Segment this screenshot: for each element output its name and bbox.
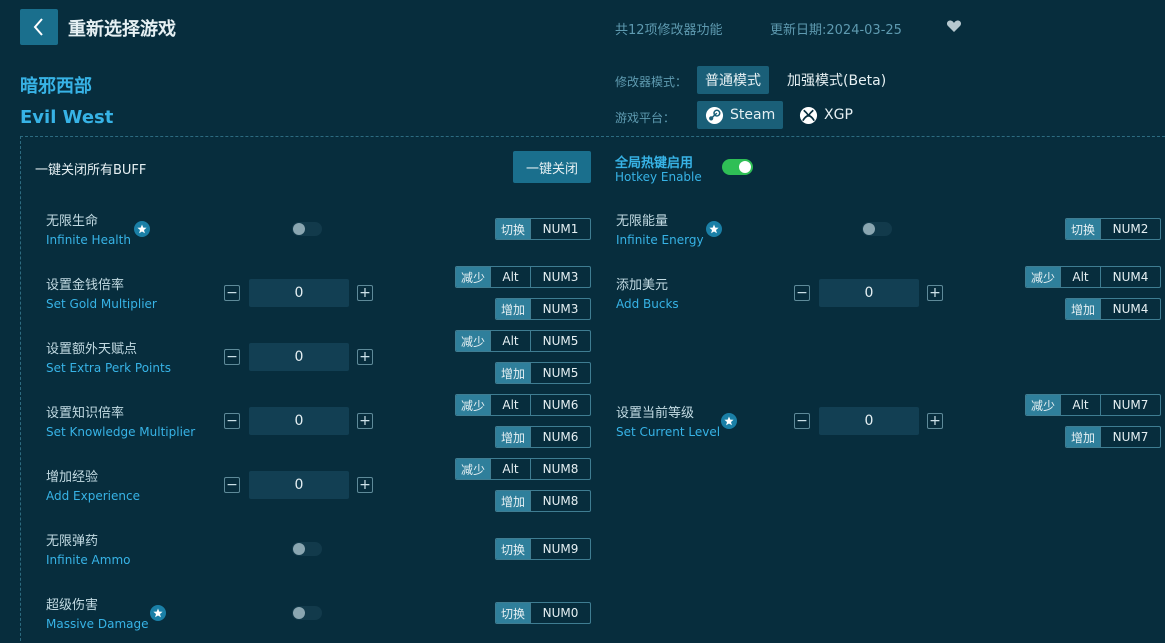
update-date: 更新日期:2024-03-25 (770, 23, 902, 38)
feature-add-bucks: 添加美元 Add Bucks (616, 278, 679, 311)
hotkey-enable-label-en: Hotkey Enable (615, 170, 702, 184)
knowledge-multiplier-minus-button[interactable]: − (224, 413, 240, 429)
game-name-cn: 暗邪西部 (20, 76, 92, 97)
feature-infinite-health: 无限生命 Infinite Health (46, 214, 131, 247)
feature-massive-damage: 超级伤害 Massive Damage (46, 598, 149, 631)
star-icon (721, 413, 737, 429)
infinite-ammo-hotkey[interactable]: 切换 NUM9 (495, 538, 592, 560)
game-name-en: Evil West (20, 107, 114, 128)
feature-gold-multiplier: 设置金钱倍率 Set Gold Multiplier (46, 278, 157, 311)
steam-label: Steam (730, 107, 776, 123)
steam-icon (705, 106, 724, 124)
heart-icon[interactable] (946, 18, 962, 34)
add-bucks-increase-hotkey[interactable]: 增加 NUM4 (1065, 298, 1162, 320)
hotkey-enable-toggle[interactable] (722, 159, 753, 175)
hotkey-enable-label-cn: 全局热键启用 (615, 156, 694, 171)
extra-perk-minus-button[interactable]: − (224, 349, 240, 365)
steam-platform-button[interactable]: Steam (697, 101, 784, 129)
knowledge-multiplier-plus-button[interactable]: + (357, 413, 373, 429)
knowledge-multiplier-increase-hotkey[interactable]: 增加 NUM6 (495, 426, 592, 448)
add-bucks-minus-button[interactable]: − (794, 285, 810, 301)
gold-multiplier-input[interactable]: 0 (249, 279, 349, 307)
knowledge-multiplier-decrease-hotkey[interactable]: 减少 Alt NUM6 (455, 394, 592, 416)
gold-multiplier-plus-button[interactable]: + (357, 285, 373, 301)
infinite-health-hotkey[interactable]: 切换 NUM1 (495, 218, 592, 240)
add-experience-minus-button[interactable]: − (224, 477, 240, 493)
massive-damage-toggle[interactable] (292, 606, 322, 620)
add-experience-input[interactable]: 0 (249, 471, 349, 499)
feature-add-experience: 增加经验 Add Experience (46, 470, 140, 503)
massive-damage-hotkey[interactable]: 切换 NUM0 (495, 602, 592, 624)
gold-multiplier-minus-button[interactable]: − (224, 285, 240, 301)
add-bucks-plus-button[interactable]: + (927, 285, 943, 301)
current-level-input[interactable]: 0 (819, 407, 919, 435)
xgp-label: XGP (824, 107, 853, 123)
platform-label: 游戏平台： (615, 111, 676, 125)
gold-multiplier-decrease-hotkey[interactable]: 减少 Alt NUM3 (455, 266, 592, 288)
extra-perk-decrease-hotkey[interactable]: 减少 Alt NUM5 (455, 330, 592, 352)
normal-mode-button[interactable]: 普通模式 (697, 66, 769, 94)
feature-count: 共12项修改器功能 (615, 23, 723, 38)
xbox-icon (799, 106, 818, 124)
infinite-health-toggle[interactable] (292, 222, 322, 236)
extra-perk-input[interactable]: 0 (249, 343, 349, 371)
add-experience-plus-button[interactable]: + (357, 477, 373, 493)
star-icon (150, 605, 166, 621)
chevron-left-icon (33, 18, 43, 36)
add-bucks-input[interactable]: 0 (819, 279, 919, 307)
infinite-energy-toggle[interactable] (862, 222, 892, 236)
add-experience-decrease-hotkey[interactable]: 减少 Alt NUM8 (455, 458, 592, 480)
feature-extra-perk-points: 设置额外天赋点 Set Extra Perk Points (46, 342, 171, 375)
xgp-platform-button[interactable]: XGP (791, 101, 861, 129)
enhanced-mode-button[interactable]: 加强模式(Beta) (779, 66, 894, 94)
add-experience-increase-hotkey[interactable]: 增加 NUM8 (495, 490, 592, 512)
close-all-buff-label: 一键关闭所有BUFF (35, 163, 147, 178)
infinite-energy-hotkey[interactable]: 切换 NUM2 (1065, 218, 1162, 240)
feature-current-level: 设置当前等级 Set Current Level (616, 406, 721, 439)
knowledge-multiplier-input[interactable]: 0 (249, 407, 349, 435)
mode-label: 修改器模式： (615, 75, 688, 89)
current-level-minus-button[interactable]: − (794, 413, 810, 429)
feature-infinite-energy: 无限能量 Infinite Energy (616, 214, 704, 247)
close-all-button[interactable]: 一键关闭 (513, 151, 591, 183)
add-bucks-decrease-hotkey[interactable]: 减少 Alt NUM4 (1025, 266, 1162, 288)
current-level-plus-button[interactable]: + (927, 413, 943, 429)
extra-perk-plus-button[interactable]: + (357, 349, 373, 365)
current-level-increase-hotkey[interactable]: 增加 NUM7 (1065, 426, 1162, 448)
star-icon (706, 221, 722, 237)
page-title: 重新选择游戏 (68, 19, 176, 40)
current-level-decrease-hotkey[interactable]: 减少 Alt NUM7 (1025, 394, 1162, 416)
feature-knowledge-multiplier: 设置知识倍率 Set Knowledge Multiplier (46, 406, 196, 439)
infinite-ammo-toggle[interactable] (292, 542, 322, 556)
feature-panel (20, 136, 1165, 643)
star-icon (134, 221, 150, 237)
gold-multiplier-increase-hotkey[interactable]: 增加 NUM3 (495, 298, 592, 320)
feature-infinite-ammo: 无限弹药 Infinite Ammo (46, 534, 131, 567)
back-button[interactable] (20, 9, 58, 45)
extra-perk-increase-hotkey[interactable]: 增加 NUM5 (495, 362, 592, 384)
